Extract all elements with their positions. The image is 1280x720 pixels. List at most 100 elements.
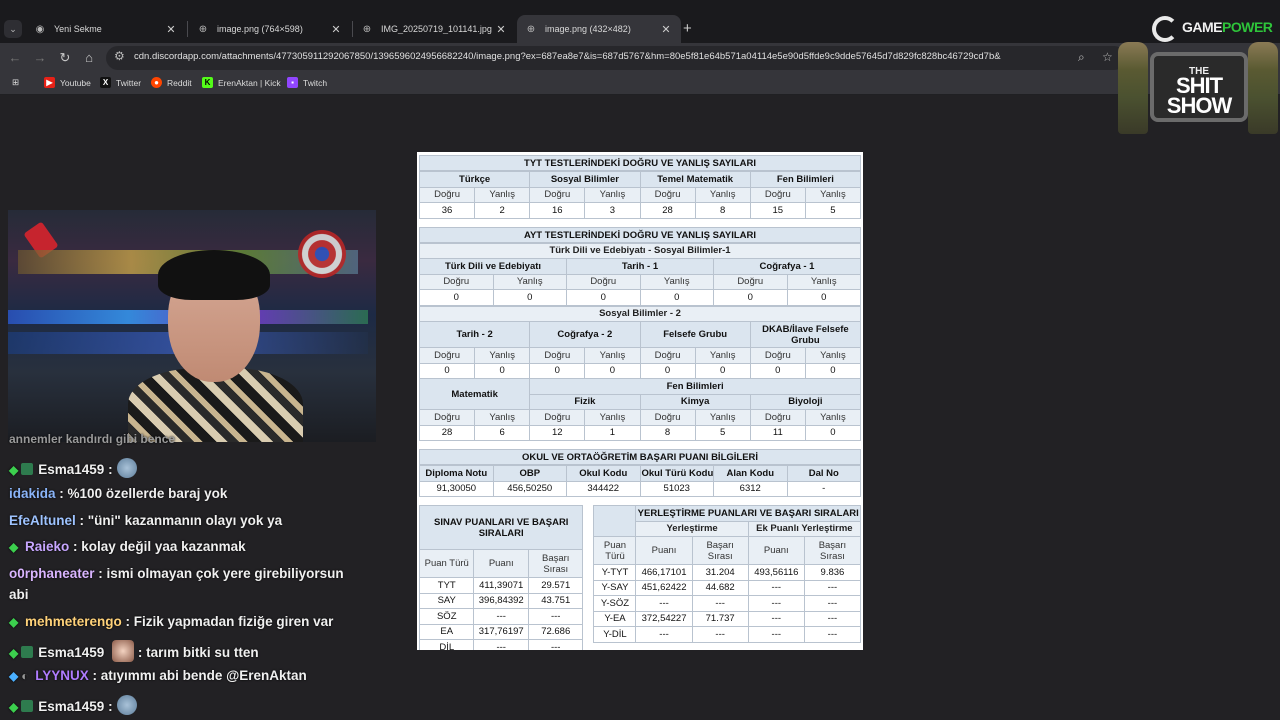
chat-message: ◆ ◐ LYYNUX : atıyımmı abi bende @ErenAkta… <box>9 668 307 683</box>
table-cell: Doğru <box>639 186 696 203</box>
chat-message: annemler kandırdı gibi bence <box>9 432 176 446</box>
table-cell: 43.751 <box>527 592 584 609</box>
table-cell: Yanlış <box>804 409 862 426</box>
tyt-title: TYT TESTLERİNDEKİ DOĞRU VE YANLIŞ SAYILA… <box>419 155 861 171</box>
table-cell: --- <box>803 610 862 627</box>
bookmarks-bar: ⊞ ▶ Youtube X Twitter ● Reddit K ErenAkt… <box>0 73 1280 95</box>
new-tab-button[interactable]: + <box>683 20 692 37</box>
table-cell: --- <box>803 595 862 612</box>
bookmark-reddit[interactable]: ● Reddit <box>151 77 192 88</box>
table-cell: Doğru <box>529 409 586 426</box>
reload-icon[interactable]: ↻ <box>56 49 74 67</box>
forward-icon[interactable]: → <box>31 49 49 67</box>
sub-badge-icon: ◆ <box>9 463 19 477</box>
close-tab-icon[interactable]: ✕ <box>164 23 178 36</box>
table-cell: 6312 <box>713 480 788 497</box>
close-tab-icon[interactable]: ✕ <box>494 23 508 36</box>
screen: ⌄ ◉ Yeni Sekme ✕ ⊕ image.png (764×598) ✕… <box>0 0 1280 720</box>
table-cell: Okul Kodu <box>566 465 641 482</box>
home-icon[interactable]: ⌂ <box>80 49 98 67</box>
tab-image-432[interactable]: ⊕ image.png (432×482) ✕ <box>517 15 681 43</box>
table-cell: Doğru <box>713 273 788 290</box>
sinav-table: SINAV PUANLARI VE BAŞARI SIRALARI Puan T… <box>418 505 584 650</box>
emote-icon <box>116 695 137 715</box>
table-cell: 317,76197 <box>473 623 529 640</box>
table-cell: 0 <box>492 289 567 306</box>
tab-image-764[interactable]: ⊕ image.png (764×598) ✕ <box>189 15 351 43</box>
table-cell: Yanlış <box>474 186 531 203</box>
table-cell: Yanlış <box>694 409 751 426</box>
table-cell: Puanı <box>747 536 805 565</box>
table-cell: 3 <box>584 202 641 219</box>
table-cell: EA <box>418 623 475 640</box>
gift-badge-icon <box>21 700 34 712</box>
table-cell: Tarih - 1 <box>566 258 714 275</box>
table-cell: Puanı <box>473 549 529 578</box>
table-cell: --- <box>473 608 529 625</box>
table-cell: 91,30050 <box>419 480 494 497</box>
tab-new-tab[interactable]: ◉ Yeni Sekme ✕ <box>26 15 186 43</box>
table-cell: Puanı <box>635 536 693 565</box>
chat-message: ◆ Esma1459 : <box>9 695 137 715</box>
table-cell: --- <box>747 626 805 643</box>
zoom-icon[interactable]: ⌕ <box>1078 50 1085 65</box>
youtube-icon: ▶ <box>44 77 55 88</box>
table-cell: Alan Kodu <box>713 465 788 482</box>
table-cell: 1 <box>584 424 641 441</box>
table-cell: Y-TYT <box>593 564 637 581</box>
bookmark-twitter[interactable]: X Twitter <box>100 77 141 88</box>
reddit-icon: ● <box>151 77 162 88</box>
table-cell: --- <box>635 595 693 612</box>
table-cell: Doğru <box>529 347 586 364</box>
table-cell: 5 <box>804 202 862 219</box>
badge-icon: ◐ <box>21 669 29 683</box>
ayt-table-1: Türk Dili ve Edebiyatı - Sosyal Bilimler… <box>419 242 861 306</box>
close-tab-icon[interactable]: ✕ <box>329 23 343 36</box>
chat-message: idakida : %100 özellerde baraj yok <box>9 486 228 501</box>
table-cell: 0 <box>749 362 806 379</box>
table-cell: Yanlış <box>474 347 531 364</box>
chat-message-continuation: abi <box>9 587 29 602</box>
address-bar[interactable]: ⚙ cdn.discordapp.com/attachments/4773059… <box>106 46 1126 70</box>
tab-img-jpg[interactable]: ⊕ IMG_20250719_101141.jpg (10 ✕ <box>353 15 516 43</box>
table-cell: 0 <box>418 362 476 379</box>
table-cell: 15 <box>749 202 806 219</box>
close-tab-icon[interactable]: ✕ <box>659 23 673 36</box>
globe-icon: ⊕ <box>526 23 536 35</box>
table-cell: Y-SÖZ <box>593 595 637 612</box>
captain-shield-decor <box>298 230 346 278</box>
table-cell: - <box>786 480 861 497</box>
twitch-icon: ▪ <box>287 77 298 88</box>
bookmark-twitch[interactable]: ▪ Twitch <box>287 77 327 88</box>
url-text[interactable]: cdn.discordapp.com/attachments/477305911… <box>134 51 1014 62</box>
yerlestirme-table: YERLEŞTİRME PUANLARI VE BAŞARI SIRALARI … <box>593 505 862 643</box>
table-cell: 0 <box>639 289 714 306</box>
table-cell: Yanlış <box>804 186 862 203</box>
site-info-icon[interactable]: ⚙ <box>114 49 125 63</box>
table-cell: Y-SAY <box>593 579 637 596</box>
table-cell: Sosyal Bilimler - 2 <box>419 305 861 322</box>
table-cell: --- <box>747 579 805 596</box>
bookmark-star-icon[interactable]: ☆ <box>1102 50 1113 64</box>
table-cell: 0 <box>694 362 751 379</box>
table-cell: Yerleştirme <box>635 520 749 537</box>
globe-icon: ⊕ <box>198 23 208 35</box>
bookmark-youtube[interactable]: ▶ Youtube <box>44 77 91 88</box>
ayt-table-2: Sosyal Bilimler - 2 Tarih - 2 Coğrafya -… <box>418 305 862 442</box>
gift-badge-icon <box>21 646 34 658</box>
sub-badge-icon: ◆ <box>9 646 19 660</box>
table-cell: 0 <box>713 289 788 306</box>
obp-table: Diploma Notu OBP Okul Kodu Okul Türü Kod… <box>419 465 861 497</box>
ayt-title: AYT TESTLERİNDEKİ DOĞRU VE YANLIŞ SAYILA… <box>419 226 861 243</box>
table-cell: Y-EA <box>593 610 637 627</box>
tab-search-icon[interactable]: ⌄ <box>4 20 22 38</box>
table-cell: Biyoloji <box>749 393 862 410</box>
apps-icon[interactable]: ⊞ <box>12 77 19 88</box>
table-cell: Coğrafya - 2 <box>529 321 641 348</box>
gift-badge-icon <box>21 463 34 475</box>
table-cell: 0 <box>786 289 861 306</box>
table-cell: SÖZ <box>418 608 475 625</box>
emote-icon <box>112 640 135 662</box>
bookmark-kick[interactable]: K ErenAktan | Kick <box>202 77 281 88</box>
back-icon[interactable]: ← <box>6 49 24 67</box>
